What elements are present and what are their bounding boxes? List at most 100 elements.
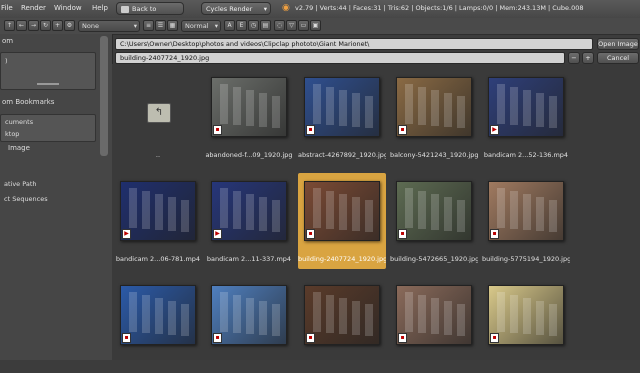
thumbnail-detail	[272, 200, 280, 232]
new-folder-icon[interactable]: +	[52, 20, 63, 31]
thumbnail-detail	[418, 295, 426, 333]
back-to-previous-button[interactable]: Back to Previous	[116, 2, 184, 25]
back-icon[interactable]: ←	[16, 20, 27, 31]
thumbnail-detail	[233, 295, 241, 333]
image-filter-icon[interactable]: ▣	[310, 20, 321, 31]
file-item[interactable]: ▪ building-5775194_1920.jpg	[482, 173, 570, 269]
thumbnail-image	[488, 77, 564, 137]
menu-file[interactable]: File	[1, 4, 13, 12]
thumbnail-detail	[457, 200, 465, 232]
filter-select[interactable]: None ▾	[78, 20, 140, 32]
open-image-button[interactable]: Open Image	[597, 38, 639, 50]
thumbnail-image	[211, 77, 287, 137]
file-item[interactable]: ▶ bandicam 2...52-136.mp4	[482, 69, 570, 165]
video-file-icon: ▶	[490, 125, 499, 135]
thumbnail-detail	[405, 84, 413, 124]
thumbnail-detail	[365, 96, 373, 128]
thumbnail-detail	[405, 188, 413, 228]
thumbnail-detail	[431, 194, 439, 230]
thumbnail-image	[211, 285, 287, 345]
image-options-header[interactable]: Image	[6, 144, 104, 156]
thumbnail-detail	[313, 84, 321, 124]
display-size-select[interactable]: Normal ▾	[181, 20, 221, 32]
image-file-icon: ▪	[490, 229, 499, 239]
thumbnail-detail	[418, 191, 426, 229]
file-item[interactable]: ▪	[298, 277, 386, 373]
directory-path-field[interactable]: C:\Users\Owner\Desktop\photos and videos…	[115, 38, 593, 50]
bookmarks-header[interactable]: om Bookmarks	[0, 98, 98, 110]
system-header[interactable]: om	[0, 37, 98, 49]
thumbnail-detail	[129, 188, 137, 228]
image-file-icon: ▪	[122, 333, 131, 343]
file-name: abandoned-f...09_1920.jpg	[205, 151, 293, 159]
thumbnail-detail	[523, 90, 531, 126]
thumbnail-detail	[339, 298, 347, 334]
thumbnail-detail	[405, 292, 413, 332]
image-file-icon: ▪	[306, 229, 315, 239]
filter-toggle-icon[interactable]: ▽	[286, 20, 297, 31]
hidden-toggle-icon[interactable]: ◌	[274, 20, 285, 31]
folder-filter-icon[interactable]: ▭	[298, 20, 309, 31]
sidebar-scrollbar[interactable]	[100, 36, 108, 156]
list-item[interactable]: )	[5, 57, 8, 65]
thumbnail-detail	[365, 304, 373, 336]
chevron-down-icon: ▾	[133, 22, 137, 30]
file-item[interactable]: ▪ abandoned-f...09_1920.jpg	[205, 69, 293, 165]
file-name: bandicam 2...52-136.mp4	[483, 151, 569, 159]
file-name: bandicam 2...11-337.mp4	[206, 255, 292, 263]
menu-help[interactable]: Help	[92, 4, 108, 12]
list-long-icon[interactable]: ☰	[155, 20, 166, 31]
thumbnail-detail	[313, 188, 321, 228]
decrement-button[interactable]: −	[568, 52, 580, 64]
file-item[interactable]: ▶ bandicam 2...06-781.mp4	[114, 173, 202, 269]
thumbnail-detail	[326, 191, 334, 229]
list-short-icon[interactable]: ≡	[143, 20, 154, 31]
sort-time-icon[interactable]: ◷	[248, 20, 259, 31]
file-item[interactable]: ▪	[114, 277, 202, 373]
file-item[interactable]: ▪	[390, 277, 478, 373]
sort-ext-icon[interactable]: E	[236, 20, 247, 31]
thumbnail-detail	[431, 90, 439, 126]
video-file-icon: ▶	[122, 229, 131, 239]
relative-path-option[interactable]: ative Path	[4, 180, 37, 188]
sort-size-icon[interactable]: ▤	[260, 20, 271, 31]
parent-folder-item[interactable]: ↰..	[114, 69, 202, 165]
file-item[interactable]: ▪	[482, 277, 570, 373]
menu-render[interactable]: Render	[21, 4, 46, 12]
file-item[interactable]: ▪ building-5472665_1920.jpg	[390, 173, 478, 269]
thumbnail-detail	[168, 197, 176, 231]
thumbnail-detail	[259, 301, 267, 335]
file-item[interactable]: ▶ bandicam 2...11-337.mp4	[205, 173, 293, 269]
file-name: ..	[155, 151, 161, 159]
image-file-icon: ▪	[213, 333, 222, 343]
render-engine-select[interactable]: Cycles Render ▾	[201, 2, 271, 15]
file-item[interactable]: ▪ abstract-4267892_1920.jpg	[298, 69, 386, 165]
settings-icon[interactable]: ⚙	[64, 20, 75, 31]
parent-dir-icon[interactable]: ↑	[4, 20, 15, 31]
forward-icon[interactable]: →	[28, 20, 39, 31]
thumbnail-detail	[155, 298, 163, 334]
image-file-icon: ▪	[490, 333, 499, 343]
menu-window[interactable]: Window	[54, 4, 82, 12]
file-item[interactable]: ▪ building-2407724_1920.jpg	[298, 173, 386, 269]
file-item[interactable]: ▪ balcony-5421243_1920.jpg	[390, 69, 478, 165]
cancel-button[interactable]: Cancel	[597, 52, 639, 64]
list-item[interactable]: ktop	[5, 130, 19, 138]
image-file-icon: ▪	[398, 333, 407, 343]
refresh-icon[interactable]: ↻	[40, 20, 51, 31]
thumbnail-detail	[536, 93, 544, 127]
thumbnail-detail	[272, 96, 280, 128]
thumbnail-detail	[510, 295, 518, 333]
thumbnail-detail	[510, 191, 518, 229]
system-list: )	[0, 52, 96, 90]
thumbnails-icon[interactable]: ▦	[167, 20, 178, 31]
detect-sequences-option[interactable]: ct Sequences	[4, 195, 48, 203]
resize-handle[interactable]	[37, 83, 59, 85]
thumbnail-image	[304, 77, 380, 137]
file-item[interactable]: ▪	[205, 277, 293, 373]
sort-alpha-icon[interactable]: A	[224, 20, 235, 31]
thumbnail-detail	[444, 301, 452, 335]
filename-field[interactable]: building-2407724_1920.jpg	[115, 52, 565, 64]
list-item[interactable]: cuments	[5, 118, 33, 126]
increment-button[interactable]: +	[582, 52, 594, 64]
